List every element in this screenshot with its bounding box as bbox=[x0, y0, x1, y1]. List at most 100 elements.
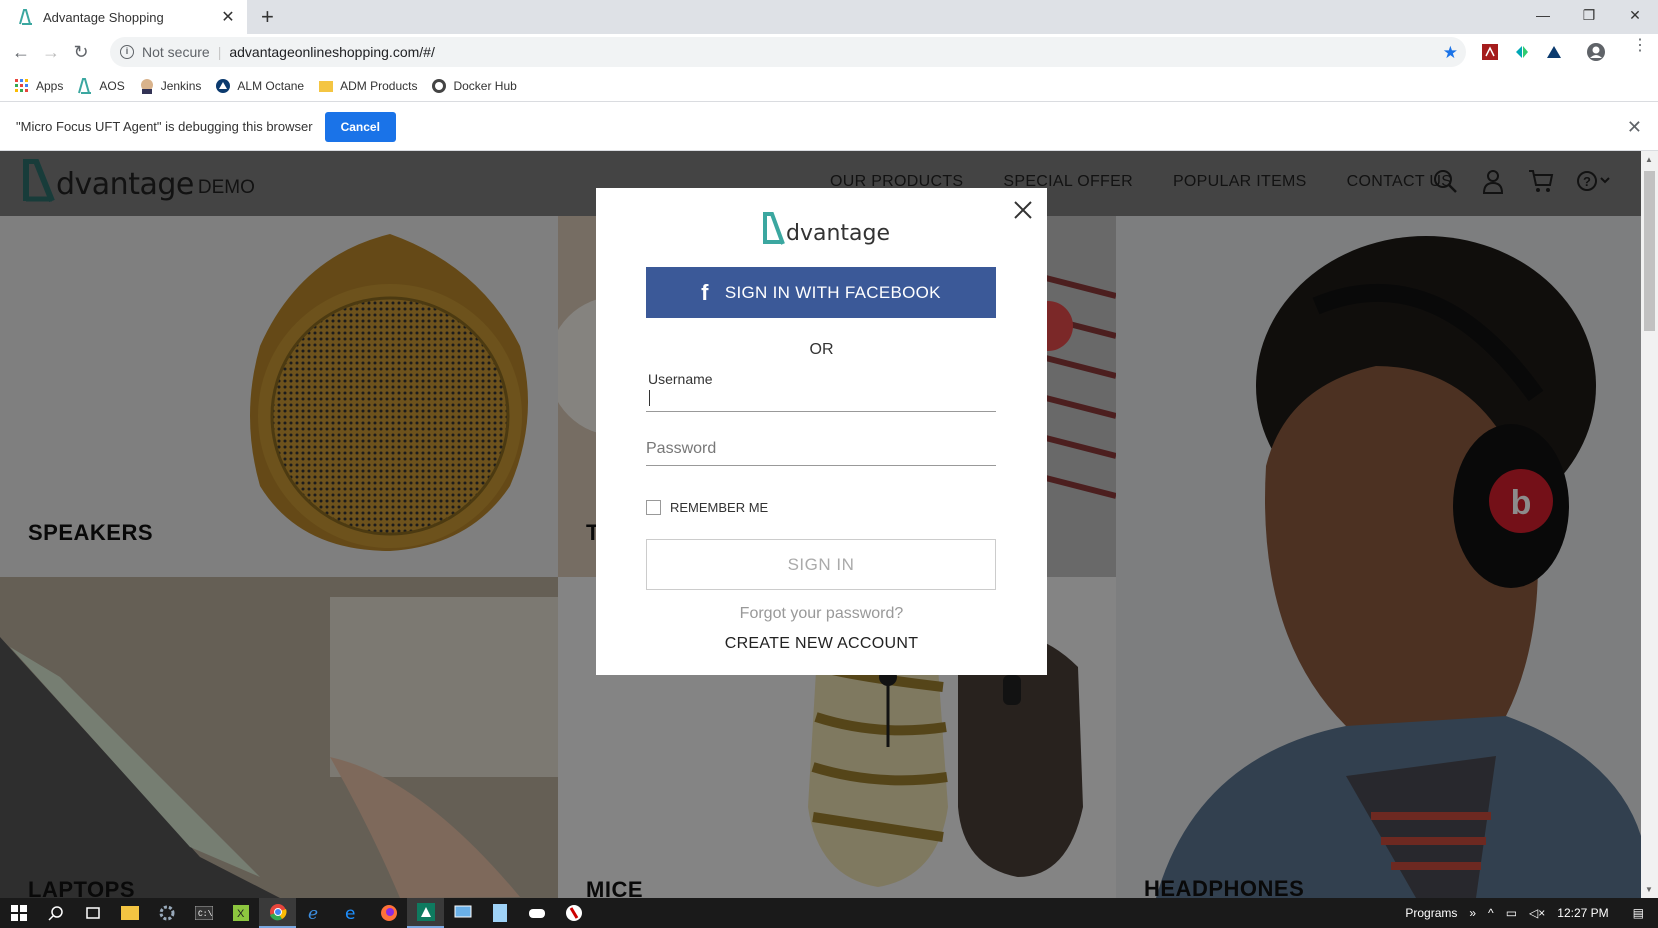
restore-icon[interactable]: ❐ bbox=[1566, 0, 1612, 30]
remember-me-label: REMEMBER ME bbox=[670, 500, 769, 515]
apps-grid-icon bbox=[14, 78, 30, 94]
scroll-down-arrow-icon[interactable]: ▼ bbox=[1645, 885, 1653, 894]
game-controller-icon[interactable] bbox=[518, 898, 555, 928]
command-prompt-icon[interactable]: C:\ bbox=[185, 898, 222, 928]
bookmark-jenkins[interactable]: Jenkins bbox=[139, 78, 202, 94]
sign-in-button[interactable]: SIGN IN bbox=[646, 539, 996, 590]
svg-text:C:\: C:\ bbox=[198, 910, 213, 919]
clock[interactable]: 12:27 PM bbox=[1557, 906, 1608, 920]
username-field[interactable]: Username bbox=[646, 371, 996, 412]
task-view-icon[interactable] bbox=[74, 898, 111, 928]
debug-cancel-button[interactable]: Cancel bbox=[324, 111, 396, 142]
octane-icon bbox=[215, 78, 231, 94]
bookmark-adm-products[interactable]: ADM Products bbox=[318, 78, 417, 94]
not-secure-label: Not secure bbox=[142, 44, 210, 60]
extension-icons bbox=[1480, 42, 1606, 62]
system-tray: Programs » ^ ▭ ◁× 12:27 PM ▤ bbox=[1399, 898, 1658, 928]
svg-text:e: e bbox=[345, 904, 355, 922]
taskbar-search-icon[interactable] bbox=[37, 898, 74, 928]
action-center-icon[interactable]: ▤ bbox=[1633, 906, 1644, 920]
octane-extension-icon[interactable] bbox=[1544, 42, 1564, 62]
modal-logo: dvantage bbox=[762, 212, 890, 246]
tray-chevron-icon[interactable]: ^ bbox=[1488, 906, 1494, 920]
back-icon[interactable]: ← bbox=[10, 42, 32, 64]
uft-extension-icon[interactable] bbox=[1512, 42, 1532, 62]
browser-tab[interactable]: Advantage Shopping ✕ bbox=[0, 0, 247, 34]
edge-icon[interactable]: e bbox=[333, 898, 370, 928]
remote-desktop-icon[interactable] bbox=[444, 898, 481, 928]
bookmark-label: ALM Octane bbox=[237, 78, 305, 93]
modal-logo-text: dvantage bbox=[786, 221, 891, 246]
network-icon[interactable]: ▭ bbox=[1506, 906, 1517, 920]
close-window-icon[interactable]: ✕ bbox=[1612, 0, 1658, 30]
profile-icon[interactable] bbox=[1586, 42, 1606, 62]
tab-strip: Advantage Shopping ✕ + — ❐ ✕ bbox=[0, 0, 1658, 34]
red-app-icon[interactable] bbox=[555, 898, 592, 928]
excel-icon[interactable]: X bbox=[222, 898, 259, 928]
debugging-infobar: "Micro Focus UFT Agent" is debugging thi… bbox=[0, 103, 1658, 151]
create-account-link[interactable]: CREATE NEW ACCOUNT bbox=[596, 635, 1047, 653]
advantage-logo-icon bbox=[763, 212, 785, 245]
bookmark-label: Apps bbox=[36, 78, 64, 93]
forward-icon[interactable]: → bbox=[40, 42, 62, 64]
browser-toolbar: ← → ↻ i Not secure | advantageonlineshop… bbox=[0, 34, 1658, 70]
firefox-icon[interactable] bbox=[370, 898, 407, 928]
docker-icon bbox=[431, 78, 447, 94]
advantage-favicon-icon bbox=[19, 9, 32, 25]
bookmark-aos[interactable]: AOS bbox=[77, 77, 125, 94]
svg-text:e: e bbox=[308, 904, 318, 922]
window-controls: — ❐ ✕ bbox=[1520, 0, 1658, 30]
reload-icon[interactable]: ↻ bbox=[70, 42, 92, 64]
password-field[interactable]: Password bbox=[646, 440, 996, 466]
remember-me[interactable]: REMEMBER ME bbox=[646, 500, 768, 515]
separator: | bbox=[217, 44, 222, 60]
modal-close-icon[interactable] bbox=[1011, 198, 1035, 222]
or-divider: OR bbox=[809, 341, 834, 358]
programs-toolbar[interactable]: Programs bbox=[1405, 906, 1457, 920]
bookmarks-bar: Apps AOS Jenkins ALM Octane ADM Products… bbox=[0, 70, 1658, 102]
text-cursor bbox=[649, 390, 650, 406]
bookmark-label: Jenkins bbox=[160, 78, 202, 93]
page-scrollbar[interactable]: ▲ ▼ bbox=[1641, 151, 1658, 898]
login-modal: dvantage f SIGN IN WITH FACEBOOK OR User… bbox=[596, 188, 1047, 675]
adobe-extension-icon[interactable] bbox=[1480, 42, 1500, 62]
notepad-icon[interactable] bbox=[481, 898, 518, 928]
url-text: advantageonlineshopping.com/#/ bbox=[229, 44, 435, 60]
tab-close-icon[interactable]: ✕ bbox=[219, 7, 237, 27]
volume-muted-icon[interactable]: ◁× bbox=[1529, 906, 1545, 920]
bookmark-docker-hub[interactable]: Docker Hub bbox=[431, 78, 517, 94]
jenkins-icon bbox=[139, 78, 155, 94]
tab-title: Advantage Shopping bbox=[43, 9, 164, 25]
bookmark-label: AOS bbox=[99, 78, 125, 93]
bookmark-apps[interactable]: Apps bbox=[14, 78, 63, 94]
settings-gear-icon[interactable] bbox=[148, 898, 185, 928]
new-tab-icon[interactable]: + bbox=[261, 6, 274, 28]
bookmark-label: ADM Products bbox=[340, 78, 418, 93]
scroll-up-arrow-icon[interactable]: ▲ bbox=[1645, 155, 1653, 164]
scroll-thumb[interactable] bbox=[1644, 171, 1655, 331]
folder-icon bbox=[318, 78, 334, 94]
bookmark-alm-octane[interactable]: ALM Octane bbox=[215, 78, 304, 94]
password-label: Password bbox=[646, 440, 717, 457]
toolbar-expand-icon[interactable]: » bbox=[1469, 906, 1476, 920]
windows-taskbar: C:\ X e e Programs » ^ ▭ ◁× 12:27 PM ▤ bbox=[0, 898, 1658, 928]
chrome-menu-icon[interactable]: ⋮ bbox=[1632, 38, 1648, 54]
internet-explorer-icon[interactable]: e bbox=[296, 898, 333, 928]
svg-text:X: X bbox=[237, 908, 245, 920]
minimize-icon[interactable]: — bbox=[1520, 0, 1566, 30]
bookmark-label: Docker Hub bbox=[453, 78, 517, 93]
forgot-password-link[interactable]: Forgot your password? bbox=[596, 605, 1047, 623]
facebook-signin-button[interactable]: f SIGN IN WITH FACEBOOK bbox=[646, 267, 996, 318]
windows-start-icon[interactable] bbox=[0, 898, 37, 928]
infobar-close-icon[interactable]: ✕ bbox=[1627, 117, 1642, 138]
debug-message: "Micro Focus UFT Agent" is debugging thi… bbox=[16, 119, 313, 134]
chrome-taskbar-icon[interactable] bbox=[259, 898, 296, 928]
octane-taskbar-icon[interactable] bbox=[407, 898, 444, 928]
facebook-icon: f bbox=[701, 279, 709, 305]
info-icon[interactable]: i bbox=[120, 45, 134, 59]
aos-icon bbox=[77, 77, 93, 94]
remember-me-checkbox[interactable] bbox=[646, 500, 661, 515]
bookmark-star-icon[interactable]: ★ bbox=[1443, 43, 1458, 63]
address-bar[interactable]: i Not secure | advantageonlineshopping.c… bbox=[110, 37, 1466, 67]
file-explorer-icon[interactable] bbox=[111, 898, 148, 928]
